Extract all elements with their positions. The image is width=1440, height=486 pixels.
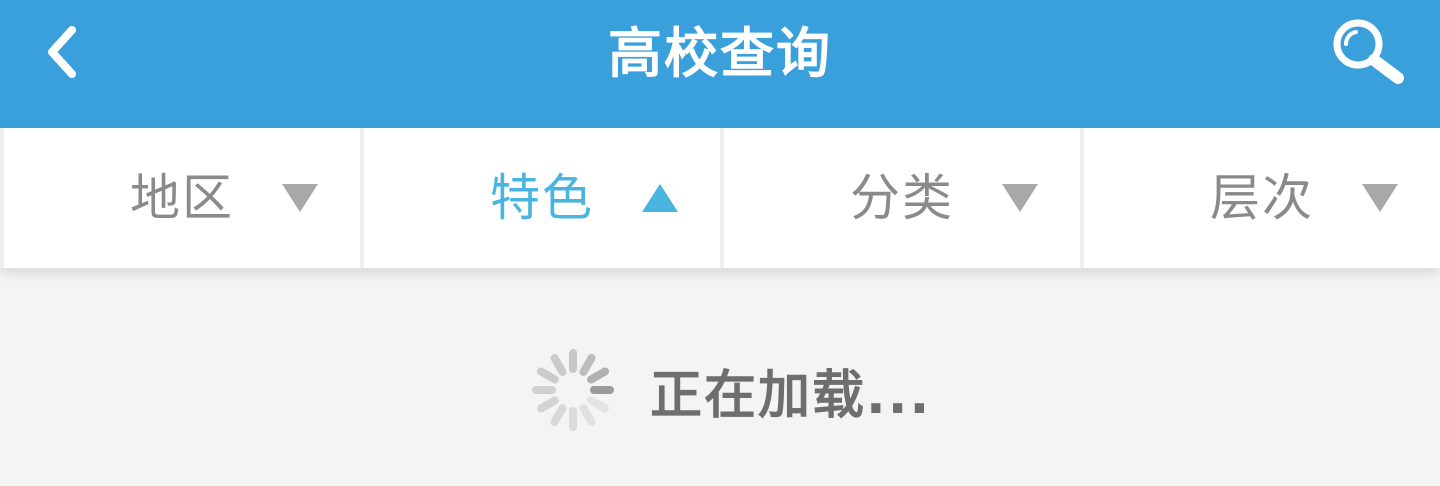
chevron-left-icon	[48, 26, 76, 78]
filter-tab-category[interactable]: 分类	[724, 128, 1084, 268]
filter-label: 分类	[850, 169, 954, 227]
triangle-down-icon	[282, 184, 318, 212]
filter-label: 特色	[490, 169, 594, 227]
loading-spinner-icon	[532, 349, 614, 431]
triangle-up-icon	[642, 184, 678, 212]
back-button[interactable]	[30, 14, 94, 90]
filter-label: 层次	[1210, 169, 1314, 227]
triangle-down-icon	[1362, 184, 1398, 212]
loading-text: 正在加载...	[650, 365, 932, 426]
search-button[interactable]	[1318, 6, 1418, 92]
filter-label: 地区	[130, 169, 234, 227]
page-title: 高校查询	[608, 22, 832, 85]
filter-tab-level[interactable]: 层次	[1084, 128, 1440, 268]
triangle-down-icon	[1002, 184, 1038, 212]
filter-bar: 地区 特色 分类 层次	[0, 128, 1440, 268]
loading-indicator: 正在加载...	[530, 340, 931, 440]
search-icon	[1333, 19, 1404, 84]
app-header: 高校查询	[0, 0, 1440, 128]
filter-tab-feature[interactable]: 特色	[364, 128, 724, 268]
filter-tab-region[interactable]: 地区	[0, 128, 364, 268]
